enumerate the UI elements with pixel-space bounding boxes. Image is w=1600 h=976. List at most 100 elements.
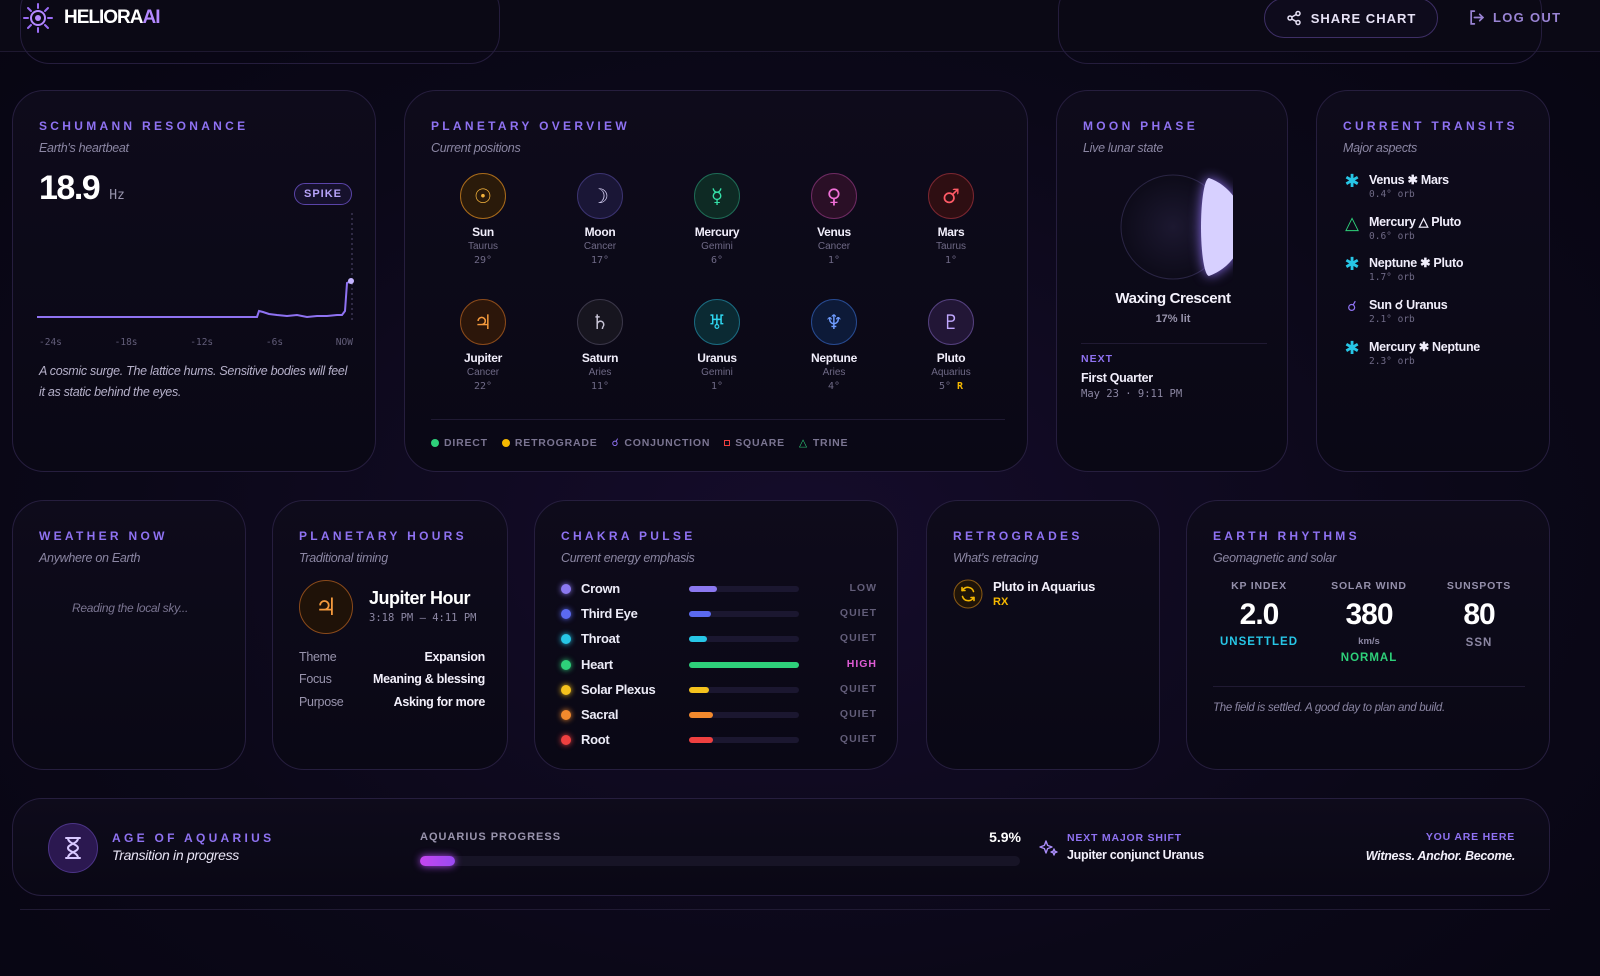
uranus-icon: ♅	[694, 299, 740, 345]
planet-venus[interactable]: ♀ Venus Cancer 1°	[798, 173, 870, 266]
divider	[431, 419, 1005, 420]
moon-icon: ☽	[577, 173, 623, 219]
chakra-bar-fill	[689, 686, 709, 693]
chakra-level: LOW	[849, 582, 877, 594]
progress-fill	[420, 856, 456, 866]
transit-item[interactable]: △ Mercury △ Pluto 0.6° orb	[1343, 213, 1461, 243]
trine-icon: △	[798, 437, 808, 449]
square-icon	[724, 440, 731, 446]
transit-item[interactable]: ☌ Sun ☌ Uranus 2.1° orb	[1343, 296, 1447, 325]
chakra-row: Heart HIGH	[561, 656, 877, 674]
chakra-name: Third Eye	[581, 606, 638, 622]
chakra-name: Solar Plexus	[581, 681, 656, 697]
card-subtitle: Traditional timing	[299, 551, 388, 565]
sextile-icon: ✱	[1344, 254, 1360, 275]
next-phase: First Quarter	[1081, 371, 1153, 385]
planet-moon[interactable]: ☽ Moon Cancer 17°	[564, 173, 636, 266]
axis-label: -12s	[190, 337, 214, 348]
chakra-name: Heart	[581, 656, 613, 672]
chakra-row: Crown LOW	[561, 580, 877, 598]
card-title: CURRENT TRANSITS	[1343, 119, 1518, 133]
hour-row: Focus Meaning & blessing	[299, 672, 485, 686]
moon-illumination: 17% lit	[1155, 313, 1191, 325]
card-subtitle: What's retracing	[953, 551, 1039, 565]
chakra-level: HIGH	[846, 657, 877, 670]
card-subtitle: Major aspects	[1343, 141, 1417, 155]
upper-card-edge	[1058, 0, 1542, 64]
chakra-name: Throat	[581, 631, 620, 647]
chakra-dot	[561, 659, 571, 670]
planet-pluto[interactable]: ♇ Pluto Aquarius 5° R	[915, 299, 987, 392]
card-title: PLANETARY OVERVIEW	[431, 119, 630, 133]
venus-icon: ♀	[811, 173, 857, 219]
next-label: NEXT	[1081, 353, 1114, 365]
earth-rhythms-card: EARTH RHYTHMS Geomagnetic and solar KP I…	[1186, 500, 1550, 770]
planetary-overview-card: PLANETARY OVERVIEW Current positions ☉ Su…	[404, 90, 1028, 472]
planet-neptune[interactable]: ♆ Neptune Aries 4°	[798, 299, 870, 392]
next-phase-time: May 23 · 9:11 PM	[1081, 388, 1183, 400]
chakra-row: Third Eye QUIET	[561, 605, 877, 623]
chakra-bar-fill	[689, 661, 799, 668]
chakra-bar-fill	[689, 611, 711, 618]
divider	[1213, 686, 1525, 687]
retrograde-item[interactable]: Pluto in Aquarius RX	[953, 579, 1095, 609]
kp-index-stat: KP INDEX 2.0 UNSETTLED	[1220, 580, 1298, 648]
age-of-aquarius-bar: AGE OF AQUARIUS Transition in progress A…	[12, 798, 1550, 896]
divider	[1081, 343, 1267, 344]
card-subtitle: Earth's heartbeat	[39, 141, 129, 155]
upper-card-edge	[20, 0, 500, 64]
chakra-dot	[561, 609, 571, 620]
chakra-dot	[561, 710, 571, 720]
chakra-level: QUIET	[839, 607, 877, 620]
card-subtitle: Current energy emphasis	[561, 551, 695, 565]
chakra-level: QUIET	[839, 632, 877, 645]
legend-trine: △ TRINE	[798, 437, 849, 449]
planetary-hours-card: PLANETARY HOURS Traditional timing ♃ Jup…	[272, 500, 508, 770]
current-transits-card: CURRENT TRANSITS Major aspects ✱ Venus ✱ …	[1316, 90, 1550, 472]
legend-direct: DIRECT	[431, 437, 488, 449]
card-subtitle: Geomagnetic and solar	[1213, 551, 1336, 565]
aquarius-motto: Witness. Anchor. Become.	[1365, 849, 1516, 863]
chakra-level: QUIET	[839, 682, 877, 695]
legend-square: SQUARE	[724, 437, 785, 449]
planet-mercury[interactable]: ☿ Mercury Gemini 6°	[681, 173, 753, 266]
chakra-pulse-card: CHAKRA PULSE Current energy emphasis Cro…	[534, 500, 898, 770]
axis-label: -6s	[265, 337, 284, 348]
planet-mars[interactable]: ♂ Mars Taurus 1°	[915, 173, 987, 266]
legend-retrograde: RETROGRADE	[501, 437, 598, 449]
schumann-line	[37, 280, 352, 319]
card-title: PLANETARY HOURS	[299, 529, 467, 543]
chakra-bar	[689, 611, 799, 618]
jupiter-icon: ♃	[460, 299, 506, 345]
chakra-name: Crown	[581, 581, 620, 596]
card-title: SCHUMANN RESONANCE	[39, 119, 249, 133]
chakra-row: Solar Plexus QUIET	[561, 681, 877, 699]
mercury-icon: ☿	[694, 173, 740, 219]
schumann-caption: A cosmic surge. The lattice hums. Sensit…	[39, 364, 348, 399]
earth-note: The field is settled. A good day to plan…	[1213, 702, 1445, 714]
chakra-dot	[561, 584, 571, 594]
planet-sun[interactable]: ☉ Sun Taurus 29°	[447, 173, 519, 266]
conjunction-icon: ☌	[611, 437, 620, 449]
footer-divider	[20, 909, 1550, 910]
aquarius-subtitle: Transition in progress	[112, 847, 239, 863]
chakra-bar-fill	[689, 737, 714, 744]
sparkles-icon	[1039, 840, 1058, 856]
planet-uranus[interactable]: ♅ Uranus Gemini 1°	[681, 299, 753, 392]
transit-item[interactable]: ✱ Venus ✱ Mars 0.4° orb	[1343, 171, 1449, 201]
sun-icon: ☉	[460, 173, 506, 219]
progress-label: AQUARIUS PROGRESS	[420, 831, 562, 843]
chakra-dot	[561, 634, 571, 645]
chakra-name: Root	[581, 732, 610, 748]
chakra-bar	[689, 661, 799, 668]
sunspots-stat: SUNSPOTS 80 SSN	[1446, 580, 1512, 649]
transit-item[interactable]: ✱ Mercury ✱ Neptune 2.3° orb	[1343, 338, 1480, 368]
transit-item[interactable]: ✱ Neptune ✱ Pluto 1.7° orb	[1343, 254, 1463, 284]
aquarius-title: AGE OF AQUARIUS	[112, 831, 275, 845]
planet-saturn[interactable]: ♄ Saturn Aries 11°	[564, 299, 636, 392]
chakra-bar-fill	[689, 586, 717, 592]
chakra-bar	[689, 737, 799, 744]
solar-wind-stat: SOLAR WIND 380 km/s NORMAL	[1331, 580, 1407, 664]
mars-icon: ♂	[928, 173, 974, 219]
planet-jupiter[interactable]: ♃ Jupiter Cancer 22°	[447, 299, 519, 392]
